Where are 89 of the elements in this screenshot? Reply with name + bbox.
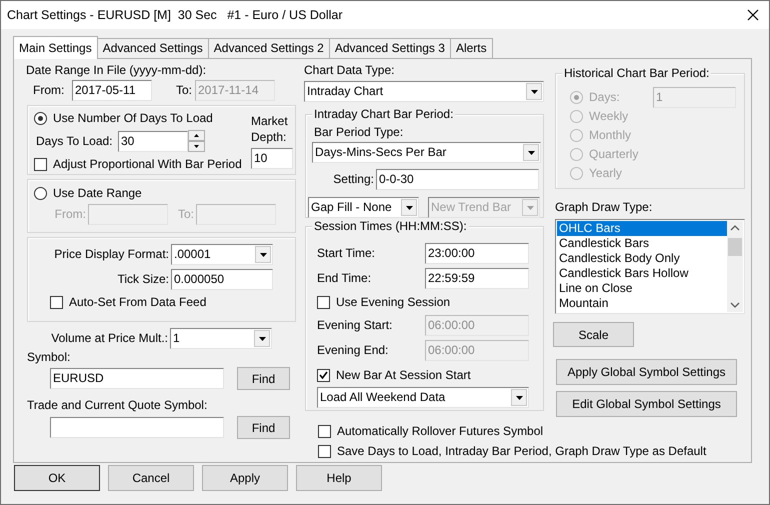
list-item[interactable]: OHLC Bars: [557, 221, 727, 236]
ok-button[interactable]: OK: [14, 465, 100, 491]
checkbox[interactable]: [34, 158, 47, 171]
volume-label: Volume at Price Mult.:: [50, 331, 169, 346]
radio-label: Quarterly: [589, 146, 640, 162]
radio-label: Use Number Of Days To Load: [53, 111, 213, 126]
radio-label: Monthly: [589, 128, 632, 142]
checkbox-label: Adjust Proportional With Bar Period: [53, 157, 242, 172]
from-label: From:: [32, 83, 66, 98]
symbol-field[interactable]: EURUSD: [50, 368, 224, 389]
setting-field[interactable]: 0-0-30: [376, 169, 539, 190]
price-format-dropdown[interactable]: .00001: [171, 244, 273, 265]
radio-button[interactable]: [34, 112, 47, 125]
to-label: To:: [174, 83, 193, 98]
window-title: Chart Settings - EURUSD [M] 30 Sec #1 - Euro / US Dollar: [7, 8, 343, 22]
spin-buttons[interactable]: [188, 130, 205, 152]
radio-button[interactable]: [34, 187, 47, 200]
start-time-field[interactable]: 23:00:00: [425, 243, 529, 264]
checkbox-label: Save Days to Load, Intraday Bar Period, Graph Draw Type as Default: [337, 444, 706, 459]
trade-symbol-field[interactable]: [50, 417, 224, 438]
checkbox[interactable]: [317, 296, 330, 309]
scrollbar[interactable]: [727, 221, 743, 312]
checkbox[interactable]: [317, 369, 330, 382]
checkbox-label: New Bar At Session Start: [336, 368, 471, 383]
checkbox[interactable]: [50, 296, 63, 309]
checkbox-label: Auto-Set From Data Feed: [69, 295, 206, 310]
caret-icon: [516, 396, 522, 400]
group-title: Intraday Chart Bar Period:: [312, 107, 456, 122]
list-item[interactable]: Candlestick Bars Hollow: [557, 266, 727, 281]
help-button[interactable]: Help: [296, 465, 382, 491]
radio-label: Yearly: [589, 166, 623, 180]
trade-symbol-label: Trade and Current Quote Symbol:: [27, 398, 208, 413]
symbol-label: Symbol:: [27, 350, 70, 365]
chart-data-type-label: Chart Data Type:: [304, 63, 394, 78]
price-format-label: Price Display Format:: [53, 247, 170, 262]
evening-end-label: Evening End:: [317, 343, 390, 358]
caret-icon: [258, 336, 266, 340]
group-title: Session Times (HH:MM:SS):: [312, 219, 469, 234]
graph-draw-type-label: Graph Draw Type:: [555, 200, 652, 215]
caret-icon: [528, 150, 534, 154]
weekend-data-dropdown[interactable]: Load All Weekend Data: [317, 387, 529, 408]
checkbox-label: Automatically Rollover Futures Symbol: [337, 424, 544, 439]
to-label: To:: [176, 207, 195, 222]
market-depth-label: Market Depth:: [251, 113, 289, 145]
end-time-field[interactable]: 22:59:59: [425, 268, 529, 289]
bar-period-type-label: Bar Period Type:: [314, 125, 404, 140]
radio-label: Days:: [589, 90, 621, 104]
end-time-label: End Time:: [317, 271, 372, 286]
bar-period-type-dropdown[interactable]: Days-Mins-Secs Per Bar: [312, 142, 541, 163]
days-label: Days To Load:: [35, 134, 114, 148]
tick-size-field[interactable]: 0.000050: [171, 269, 273, 290]
find-button[interactable]: Find: [237, 367, 290, 390]
edit-global-button[interactable]: Edit Global Symbol Settings: [556, 391, 737, 417]
list-item[interactable]: Line on Close: [557, 281, 727, 296]
scale-button[interactable]: Scale: [553, 322, 634, 347]
list-item[interactable]: Candlestick Body Only: [557, 251, 727, 266]
list-item[interactable]: Mountain: [557, 296, 727, 311]
days-field[interactable]: 30: [118, 130, 188, 152]
list-item[interactable]: Candlestick Bars: [557, 236, 727, 251]
tab[interactable]: Alerts: [450, 38, 493, 58]
from-field[interactable]: 2017-05-11: [72, 80, 152, 101]
caret-icon: [526, 206, 534, 210]
cancel-button[interactable]: Cancel: [108, 465, 194, 491]
checkbox[interactable]: [318, 445, 331, 458]
caret-icon: [260, 252, 266, 256]
date-range-label: Date Range In File (yyyy-mm-dd):: [26, 63, 206, 78]
close-icon[interactable]: [747, 9, 759, 21]
caret-icon: [406, 206, 412, 210]
tick-size-label: Tick Size:: [116, 272, 170, 287]
chart-data-type-dropdown[interactable]: Intraday Chart: [304, 81, 544, 102]
list-box[interactable]: OHLC Bars Candlestick Bars Candlestick Body Only Candlestick Bars Hollow Line on Close Mountain: [555, 219, 745, 314]
tab[interactable]: Main Settings: [13, 36, 98, 59]
setting-label: Setting:: [332, 172, 375, 187]
caret-icon: [530, 90, 538, 94]
evening-start-label: Evening Start:: [317, 318, 394, 333]
market-depth-field[interactable]: 10: [251, 148, 293, 169]
volume-dropdown[interactable]: 1: [170, 328, 272, 349]
from-field[interactable]: [88, 204, 168, 225]
apply-global-button[interactable]: Apply Global Symbol Settings: [556, 359, 737, 385]
radio-label: Use Date Range: [53, 186, 142, 201]
start-time-label: Start Time:: [317, 246, 376, 261]
checkbox-label: Use Evening Session: [336, 295, 450, 310]
find-button[interactable]: Find: [237, 416, 290, 439]
from-label: From:: [54, 207, 87, 222]
gap-fill-dropdown[interactable]: Gap Fill - None: [308, 197, 419, 218]
checkbox[interactable]: [318, 425, 331, 438]
radio-label: Weekly: [589, 108, 630, 124]
to-field[interactable]: [196, 204, 276, 225]
apply-button[interactable]: Apply: [202, 465, 288, 491]
